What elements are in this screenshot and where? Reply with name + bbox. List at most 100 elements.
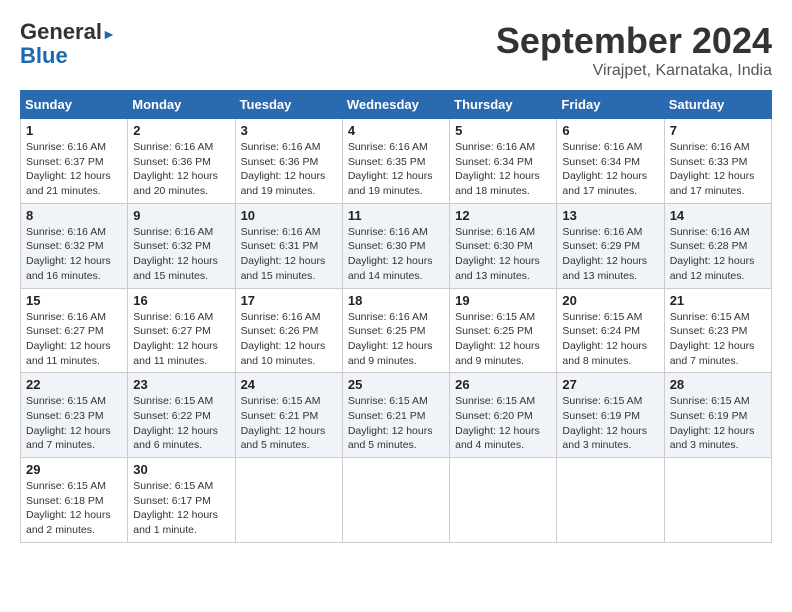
calendar-cell: 1 Sunrise: 6:16 AMSunset: 6:37 PMDaylight… — [21, 119, 128, 204]
calendar-table: SundayMondayTuesdayWednesdayThursdayFrid… — [20, 90, 772, 543]
day-number: 28 — [670, 377, 766, 392]
day-info: Sunrise: 6:15 AMSunset: 6:24 PMDaylight:… — [562, 310, 658, 369]
calendar-week-4: 22 Sunrise: 6:15 AMSunset: 6:23 PMDayligh… — [21, 373, 772, 458]
calendar-cell: 18 Sunrise: 6:16 AMSunset: 6:25 PMDayligh… — [342, 288, 449, 373]
day-number: 6 — [562, 123, 658, 138]
day-number: 26 — [455, 377, 551, 392]
day-info: Sunrise: 6:15 AMSunset: 6:18 PMDaylight:… — [26, 479, 122, 538]
calendar-cell: 8 Sunrise: 6:16 AMSunset: 6:32 PMDaylight… — [21, 203, 128, 288]
day-number: 1 — [26, 123, 122, 138]
day-number: 20 — [562, 293, 658, 308]
calendar-cell: 5 Sunrise: 6:16 AMSunset: 6:34 PMDaylight… — [450, 119, 557, 204]
day-info: Sunrise: 6:16 AMSunset: 6:36 PMDaylight:… — [241, 140, 337, 199]
calendar-cell: 3 Sunrise: 6:16 AMSunset: 6:36 PMDaylight… — [235, 119, 342, 204]
day-number: 25 — [348, 377, 444, 392]
calendar-cell: 25 Sunrise: 6:15 AMSunset: 6:21 PMDayligh… — [342, 373, 449, 458]
calendar-cell — [450, 458, 557, 543]
day-info: Sunrise: 6:16 AMSunset: 6:32 PMDaylight:… — [26, 225, 122, 284]
day-info: Sunrise: 6:16 AMSunset: 6:28 PMDaylight:… — [670, 225, 766, 284]
day-number: 4 — [348, 123, 444, 138]
day-number: 19 — [455, 293, 551, 308]
day-number: 16 — [133, 293, 229, 308]
calendar-cell: 19 Sunrise: 6:15 AMSunset: 6:25 PMDayligh… — [450, 288, 557, 373]
calendar-cell: 29 Sunrise: 6:15 AMSunset: 6:18 PMDayligh… — [21, 458, 128, 543]
calendar-cell: 7Sunrise: 6:16 AMSunset: 6:33 PMDaylight… — [664, 119, 771, 204]
calendar-cell: 26Sunrise: 6:15 AMSunset: 6:20 PMDayligh… — [450, 373, 557, 458]
month-title: September 2024 — [496, 20, 772, 62]
day-info: Sunrise: 6:15 AMSunset: 6:21 PMDaylight:… — [348, 394, 444, 453]
day-number: 5 — [455, 123, 551, 138]
logo-text: General► — [20, 20, 116, 44]
day-number: 2 — [133, 123, 229, 138]
calendar-cell: 28 Sunrise: 6:15 AMSunset: 6:19 PMDayligh… — [664, 373, 771, 458]
calendar-cell: 22 Sunrise: 6:15 AMSunset: 6:23 PMDayligh… — [21, 373, 128, 458]
day-info: Sunrise: 6:16 AMSunset: 6:27 PMDaylight:… — [133, 310, 229, 369]
day-info: Sunrise: 6:15 AMSunset: 6:25 PMDaylight:… — [455, 310, 551, 369]
day-number: 8 — [26, 208, 122, 223]
day-number: 29 — [26, 462, 122, 477]
calendar-cell: 13Sunrise: 6:16 AMSunset: 6:29 PMDayligh… — [557, 203, 664, 288]
day-number: 22 — [26, 377, 122, 392]
calendar-cell — [235, 458, 342, 543]
calendar-week-3: 15 Sunrise: 6:16 AMSunset: 6:27 PMDayligh… — [21, 288, 772, 373]
day-info: Sunrise: 6:15 AMSunset: 6:21 PMDaylight:… — [241, 394, 337, 453]
day-number: 13 — [562, 208, 658, 223]
day-info: Sunrise: 6:16 AMSunset: 6:33 PMDaylight:… — [670, 140, 766, 199]
day-info: Sunrise: 6:16 AMSunset: 6:37 PMDaylight:… — [26, 140, 122, 199]
day-number: 23 — [133, 377, 229, 392]
day-info: Sunrise: 6:16 AMSunset: 6:26 PMDaylight:… — [241, 310, 337, 369]
calendar-header-row: SundayMondayTuesdayWednesdayThursdayFrid… — [21, 91, 772, 119]
calendar-cell — [557, 458, 664, 543]
day-info: Sunrise: 6:16 AMSunset: 6:25 PMDaylight:… — [348, 310, 444, 369]
day-info: Sunrise: 6:16 AMSunset: 6:34 PMDaylight:… — [455, 140, 551, 199]
day-info: Sunrise: 6:16 AMSunset: 6:30 PMDaylight:… — [348, 225, 444, 284]
day-number: 11 — [348, 208, 444, 223]
calendar-cell: 4Sunrise: 6:16 AMSunset: 6:35 PMDaylight… — [342, 119, 449, 204]
logo: General► Blue — [20, 20, 116, 68]
calendar-cell: 15Sunrise: 6:16 AMSunset: 6:27 PMDayligh… — [21, 288, 128, 373]
calendar-header-saturday: Saturday — [664, 91, 771, 119]
title-block: September 2024 Virajpet, Karnataka, Indi… — [496, 20, 772, 80]
day-number: 27 — [562, 377, 658, 392]
logo-blue: Blue — [20, 44, 68, 68]
calendar-cell — [342, 458, 449, 543]
calendar-header-friday: Friday — [557, 91, 664, 119]
day-info: Sunrise: 6:15 AMSunset: 6:23 PMDaylight:… — [670, 310, 766, 369]
day-info: Sunrise: 6:15 AMSunset: 6:23 PMDaylight:… — [26, 394, 122, 453]
calendar-cell: 9 Sunrise: 6:16 AMSunset: 6:32 PMDaylight… — [128, 203, 235, 288]
calendar-header-thursday: Thursday — [450, 91, 557, 119]
calendar-cell: 14Sunrise: 6:16 AMSunset: 6:28 PMDayligh… — [664, 203, 771, 288]
calendar-header-sunday: Sunday — [21, 91, 128, 119]
day-number: 21 — [670, 293, 766, 308]
day-info: Sunrise: 6:15 AMSunset: 6:19 PMDaylight:… — [562, 394, 658, 453]
calendar-cell: 24 Sunrise: 6:15 AMSunset: 6:21 PMDayligh… — [235, 373, 342, 458]
day-number: 3 — [241, 123, 337, 138]
day-info: Sunrise: 6:16 AMSunset: 6:34 PMDaylight:… — [562, 140, 658, 199]
calendar-week-1: 1 Sunrise: 6:16 AMSunset: 6:37 PMDaylight… — [21, 119, 772, 204]
day-info: Sunrise: 6:16 AMSunset: 6:30 PMDaylight:… — [455, 225, 551, 284]
calendar-cell: 23 Sunrise: 6:15 AMSunset: 6:22 PMDayligh… — [128, 373, 235, 458]
calendar-header-monday: Monday — [128, 91, 235, 119]
calendar-cell: 2Sunrise: 6:16 AMSunset: 6:36 PMDaylight… — [128, 119, 235, 204]
calendar-cell: 30 Sunrise: 6:15 AMSunset: 6:17 PMDayligh… — [128, 458, 235, 543]
day-number: 12 — [455, 208, 551, 223]
calendar-cell: 17Sunrise: 6:16 AMSunset: 6:26 PMDayligh… — [235, 288, 342, 373]
day-info: Sunrise: 6:15 AMSunset: 6:19 PMDaylight:… — [670, 394, 766, 453]
location: Virajpet, Karnataka, India — [496, 62, 772, 80]
calendar-cell: 21 Sunrise: 6:15 AMSunset: 6:23 PMDayligh… — [664, 288, 771, 373]
calendar-cell: 10Sunrise: 6:16 AMSunset: 6:31 PMDayligh… — [235, 203, 342, 288]
calendar-week-5: 29 Sunrise: 6:15 AMSunset: 6:18 PMDayligh… — [21, 458, 772, 543]
calendar-cell: 6 Sunrise: 6:16 AMSunset: 6:34 PMDaylight… — [557, 119, 664, 204]
calendar-cell — [664, 458, 771, 543]
calendar-cell: 12 Sunrise: 6:16 AMSunset: 6:30 PMDayligh… — [450, 203, 557, 288]
day-number: 9 — [133, 208, 229, 223]
day-number: 24 — [241, 377, 337, 392]
day-info: Sunrise: 6:15 AMSunset: 6:22 PMDaylight:… — [133, 394, 229, 453]
day-number: 18 — [348, 293, 444, 308]
day-info: Sunrise: 6:15 AMSunset: 6:17 PMDaylight:… — [133, 479, 229, 538]
day-info: Sunrise: 6:16 AMSunset: 6:32 PMDaylight:… — [133, 225, 229, 284]
day-number: 30 — [133, 462, 229, 477]
day-number: 15 — [26, 293, 122, 308]
calendar-cell: 11 Sunrise: 6:16 AMSunset: 6:30 PMDayligh… — [342, 203, 449, 288]
day-info: Sunrise: 6:16 AMSunset: 6:31 PMDaylight:… — [241, 225, 337, 284]
